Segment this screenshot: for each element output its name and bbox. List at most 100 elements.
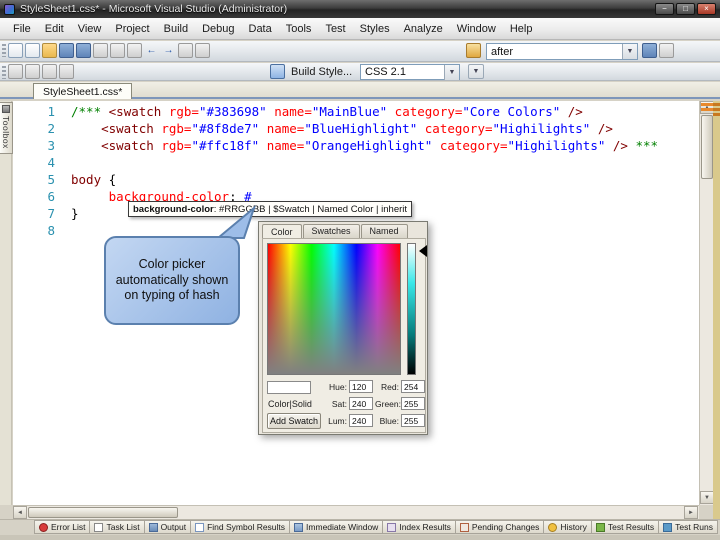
history-icon (548, 522, 558, 532)
vertical-scroll-thumb[interactable] (701, 115, 713, 179)
add-item-icon[interactable] (25, 43, 40, 58)
bottom-tab-test-results[interactable]: Test Results (590, 520, 659, 534)
find-next-icon[interactable] (642, 43, 657, 58)
menu-file[interactable]: File (6, 21, 38, 37)
save-icon[interactable] (59, 43, 74, 58)
menu-project[interactable]: Project (108, 21, 156, 37)
field-value-sat[interactable]: 240 (349, 397, 373, 410)
style-options-icon[interactable] (59, 64, 74, 79)
redo-icon[interactable] (161, 43, 176, 58)
line-number: 3 (47, 138, 55, 153)
tooltip-property: background-color (133, 203, 214, 215)
toolbar-overflow-button[interactable]: ▼ (468, 64, 484, 79)
style-application-combobox[interactable]: after ▼ (486, 43, 638, 60)
bottom-tab-history[interactable]: History (543, 520, 591, 534)
manage-styles-icon[interactable] (42, 64, 57, 79)
picker-tab-named[interactable]: Named (360, 224, 408, 239)
undo-icon[interactable] (144, 43, 159, 58)
menu-edit[interactable]: Edit (38, 21, 71, 37)
field-value-red[interactable]: 254 (401, 380, 425, 393)
bottom-tab-immediate-window[interactable]: Immediate Window (289, 520, 383, 534)
menu-build[interactable]: Build (157, 21, 195, 37)
field-value-hue[interactable]: 120 (349, 380, 373, 393)
open-file-icon[interactable] (42, 43, 57, 58)
hex-color-input[interactable] (267, 381, 311, 394)
luminosity-slider[interactable] (407, 243, 416, 375)
copy-icon[interactable] (110, 43, 125, 58)
maximize-button[interactable]: □ (676, 3, 695, 15)
menu-tools[interactable]: Tools (279, 21, 319, 37)
paste-icon[interactable] (127, 43, 142, 58)
code-line-4[interactable]: 4 (13, 154, 699, 171)
menu-window[interactable]: Window (450, 21, 503, 37)
bottom-tab-label: Test Runs (675, 522, 713, 532)
picker-tab-swatches[interactable]: Swatches (302, 224, 360, 239)
style-sheet-icon[interactable] (8, 64, 23, 79)
quick-find-icon[interactable] (466, 43, 481, 58)
line-number: 7 (47, 206, 55, 221)
bottom-tab-label: Immediate Window (306, 522, 379, 532)
line-number: 1 (47, 104, 55, 119)
line-number: 5 (47, 172, 55, 187)
comment-icon[interactable] (178, 43, 193, 58)
menu-styles[interactable]: Styles (353, 21, 397, 37)
toolbar-options-icon[interactable] (659, 43, 674, 58)
build-style-label[interactable]: Build Style... (291, 66, 352, 78)
field-value-green[interactable]: 255 (401, 397, 425, 410)
menu-debug[interactable]: Debug (195, 21, 241, 37)
code-line-1[interactable]: 1/*** <swatch rgb="#383698" name="MainBl… (13, 103, 699, 120)
bottom-tab-test-runs[interactable]: Test Runs (658, 520, 718, 534)
new-file-icon[interactable] (8, 43, 23, 58)
code-line-2[interactable]: 2 <swatch rgb="#8f8de7" name="BlueHighli… (13, 120, 699, 137)
cut-icon[interactable] (93, 43, 108, 58)
bottom-tab-find-symbol-results[interactable]: Find Symbol Results (190, 520, 290, 534)
menu-view[interactable]: View (71, 21, 109, 37)
close-button[interactable]: × (697, 3, 716, 15)
field-label-red: Red: (381, 381, 399, 392)
status-strip (0, 535, 720, 540)
horizontal-scrollbar[interactable]: ◄ ► (13, 505, 699, 519)
menu-test[interactable]: Test (318, 21, 352, 37)
toolbar-grip-2[interactable] (2, 66, 6, 79)
toolbox-tab[interactable]: Toolbox (0, 102, 13, 154)
toolbar-style-left-icons (8, 64, 74, 79)
scroll-left-icon[interactable]: ◄ (13, 506, 27, 519)
bottom-tab-pending-changes[interactable]: Pending Changes (454, 520, 544, 534)
bottom-tab-index-results[interactable]: Index Results (382, 520, 455, 534)
color-gradient-field[interactable] (267, 243, 401, 375)
menu-analyze[interactable]: Analyze (397, 21, 450, 37)
picker-tab-color[interactable]: Color (262, 224, 302, 239)
chevron-down-icon[interactable]: ▼ (622, 44, 637, 59)
field-label-sat: Sat: (331, 398, 347, 409)
bottom-tab-error-list[interactable]: Error List (34, 520, 90, 534)
bottom-tab-label: Find Symbol Results (207, 522, 286, 532)
toolbar-find-icon-slot (466, 43, 481, 58)
build-style-group[interactable]: Build Style... (270, 64, 365, 79)
document-tab[interactable]: StyleSheet1.css* (33, 83, 133, 99)
code-line-3[interactable]: 3 <swatch rgb="#ffc18f" name="OrangeHigh… (13, 137, 699, 154)
toolbar-grip[interactable] (2, 44, 6, 57)
horizontal-scroll-thumb[interactable] (28, 507, 178, 518)
slider-arrow-icon[interactable] (419, 245, 427, 257)
code-line-5[interactable]: 5 body { (13, 171, 699, 188)
scroll-down-icon[interactable]: ▼ (700, 491, 714, 504)
field-label-lum: Lum: (328, 415, 347, 426)
attach-style-icon[interactable] (25, 64, 40, 79)
toolbox-icon (2, 105, 10, 113)
vertical-scrollbar[interactable]: ▲ ▼ (699, 101, 714, 505)
field-value-blue[interactable]: 255 (401, 414, 425, 427)
field-value-lum[interactable]: 240 (349, 414, 373, 427)
app-logo-icon (4, 3, 15, 15)
save-all-icon[interactable] (76, 43, 91, 58)
scroll-right-icon[interactable]: ► (684, 506, 698, 519)
bottom-tab-task-list[interactable]: Task List (89, 520, 144, 534)
css-version-combobox[interactable]: CSS 2.1 ▼ (360, 64, 460, 80)
menu-data[interactable]: Data (242, 21, 279, 37)
minimize-button[interactable]: − (655, 3, 674, 15)
build-style-icon[interactable] (270, 64, 285, 79)
uncomment-icon[interactable] (195, 43, 210, 58)
bottom-tab-output[interactable]: Output (143, 520, 191, 534)
chevron-down-icon[interactable]: ▼ (444, 64, 459, 80)
menu-help[interactable]: Help (503, 21, 540, 37)
add-swatch-button[interactable]: Add Swatch (267, 413, 321, 429)
